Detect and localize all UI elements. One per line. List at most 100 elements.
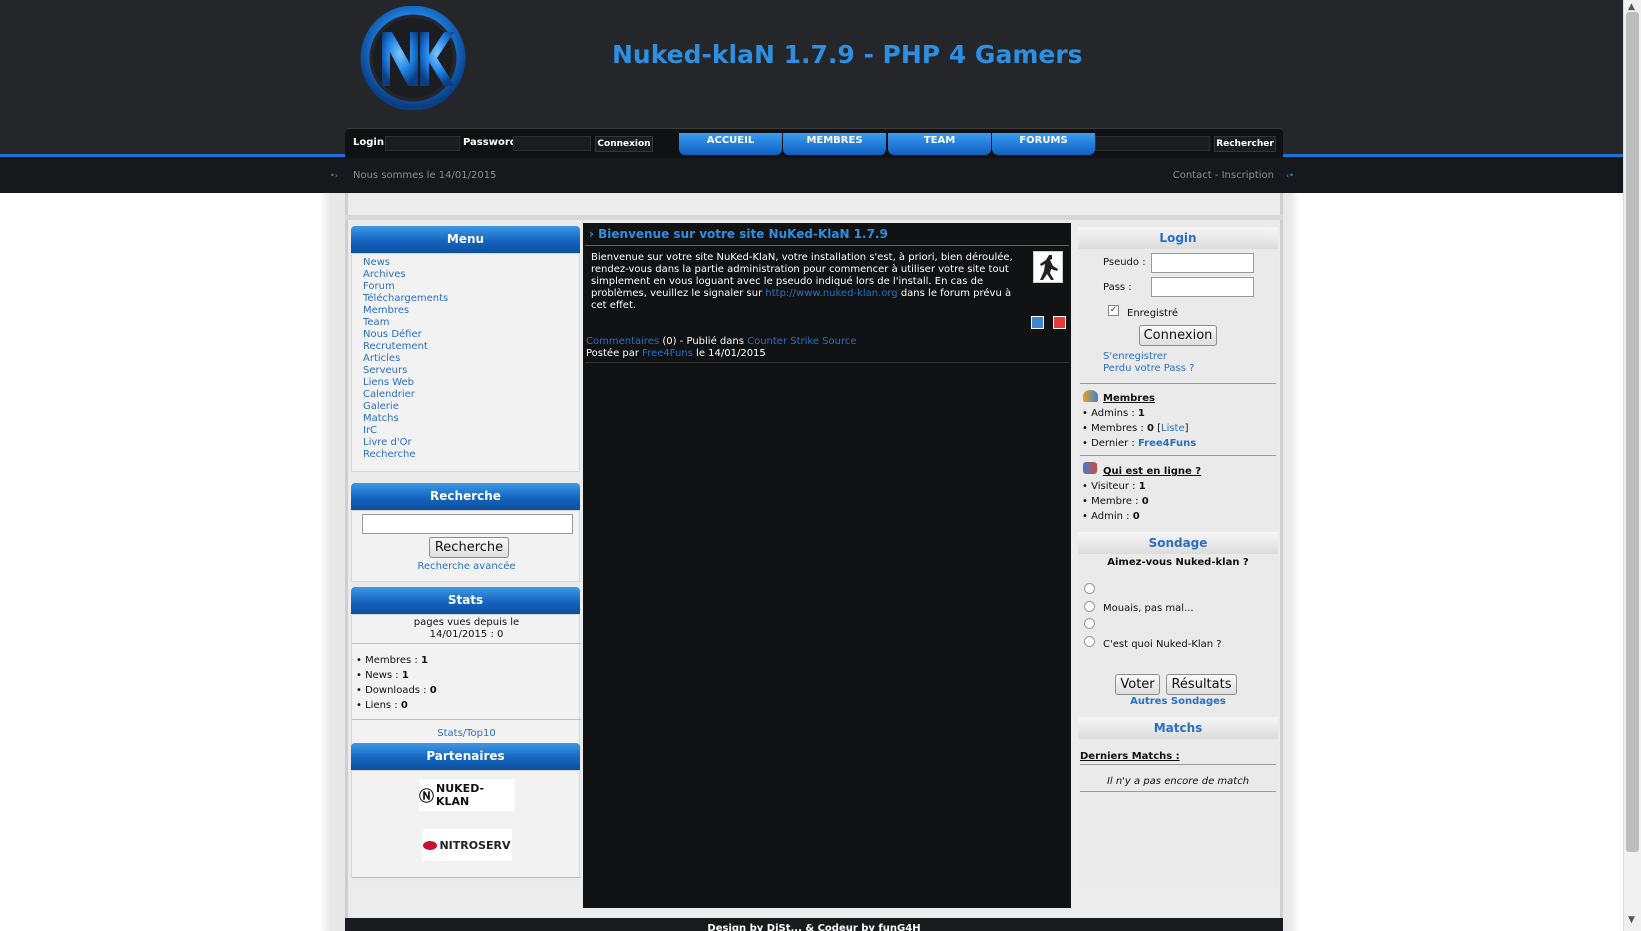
pass-input[interactable] (1151, 277, 1254, 297)
stats-label: News : (365, 670, 399, 681)
news-actions (1031, 316, 1066, 332)
admin-value: 0 (1132, 511, 1140, 522)
stats-value: 1 (401, 670, 409, 681)
poll-option-3-radio[interactable] (1084, 618, 1095, 629)
pseudo-label: Pseudo : (1103, 257, 1146, 268)
stats-value: 0 (429, 685, 437, 696)
register-link[interactable]: S'enregistrer (1103, 351, 1167, 362)
login-connect-button[interactable]: Connexion (1139, 325, 1217, 346)
poll-question: Aimez-vous Nuked-klan ? (1107, 557, 1249, 568)
contact-links[interactable]: Contact - Inscription (1170, 170, 1274, 181)
no-match-text: Il n'y a pas encore de match (1106, 776, 1250, 787)
partner-logo-text: NUKED-KLAN (436, 782, 485, 808)
menu-item-liens-web[interactable]: Liens Web (363, 377, 579, 389)
partners-title: Partenaires (351, 743, 580, 770)
category-link[interactable]: Counter Strike Source (747, 336, 856, 347)
connect-button[interactable]: Connexion (595, 136, 653, 152)
menu-item-team[interactable]: Team (363, 317, 579, 329)
tab-membres[interactable]: MEMBRES (783, 133, 886, 155)
stats-pages-viewed: pages vues depuis le 14/01/2015 : 0 (352, 617, 581, 641)
footer: Design by DiSt... & Codeur by funG4H (345, 918, 1283, 931)
login-separator (1080, 383, 1276, 384)
login-block-title: Login (1078, 227, 1278, 249)
search-block-button[interactable]: Recherche (429, 537, 509, 558)
partner-logo-text: NITROSERV (439, 838, 511, 852)
menu-item-livre-dor[interactable]: Livre d'Or (363, 437, 579, 449)
partner-nitroserv[interactable]: NITROSERV (422, 829, 512, 861)
nk-small-logo-icon: Ⓝ (419, 786, 435, 805)
partner-nuked-klan[interactable]: Ⓝ NUKED-KLAN (419, 779, 515, 811)
vote-button[interactable]: Voter (1115, 674, 1160, 695)
poll-option-2-radio[interactable] (1084, 601, 1095, 612)
poll-option-4-radio[interactable] (1084, 636, 1095, 647)
menu-item-archives[interactable]: Archives (363, 269, 579, 281)
news-body: Bienvenue sur votre site NuKed-KlaN, vot… (591, 252, 1021, 312)
lost-password-link[interactable]: Perdu votre Pass ? (1103, 363, 1194, 374)
login-input[interactable] (385, 136, 460, 151)
left-column: Menu News Archives Forum Téléchargements… (351, 223, 581, 888)
visitor-label: Visiteur : (1091, 481, 1136, 492)
search-block-input[interactable] (362, 514, 573, 534)
stats-block: pages vues depuis le 14/01/2015 : 0 • Me… (351, 614, 581, 748)
menu-item-irc[interactable]: IrC (363, 425, 579, 437)
tab-accueil[interactable]: ACCUEIL (679, 133, 782, 155)
results-button[interactable]: Résultats (1166, 674, 1237, 695)
menu-item-articles[interactable]: Articles (363, 353, 579, 365)
news-bottom-divider (585, 362, 1069, 363)
menu-item-calendrier[interactable]: Calendrier (363, 389, 579, 401)
scroll-up-icon[interactable]: ▲ (1628, 2, 1635, 12)
scroll-down-icon[interactable]: ▼ (1628, 915, 1635, 925)
remember-checkbox[interactable]: ✓ (1108, 305, 1119, 316)
menu-item-serveurs[interactable]: Serveurs (363, 365, 579, 377)
menu-item-forum[interactable]: Forum (363, 281, 579, 293)
scrollbar-thumb[interactable] (1626, 12, 1639, 852)
online-block-title[interactable]: Qui est en ligne ? (1103, 466, 1201, 477)
news-column: › Bienvenue sur votre site NuKed-KlaN 1.… (583, 223, 1071, 908)
comments-link[interactable]: Commentaires (586, 336, 659, 347)
search-input[interactable] (1095, 136, 1210, 151)
stats-row: • News : 1 (356, 670, 409, 681)
menu-item-nous-defier[interactable]: Nous Défier (363, 329, 579, 341)
tab-forums[interactable]: FORUMS (992, 133, 1095, 155)
stats-value: 1 (420, 655, 428, 666)
tab-team[interactable]: TEAM (888, 133, 991, 155)
members-block-title[interactable]: Membres (1103, 393, 1155, 404)
members-list-link[interactable]: Liste (1161, 423, 1185, 434)
counter-strike-icon (1033, 251, 1063, 283)
author-link[interactable]: Free4Funs (642, 348, 693, 359)
stats-rows: • Membres : 1 • News : 1 • Downloads : 0… (356, 653, 437, 713)
pdf-icon[interactable] (1052, 316, 1066, 329)
last-member-link[interactable]: Free4Funs (1138, 438, 1196, 449)
stats-top10-link[interactable]: Stats/Top10 (352, 728, 581, 739)
search-button[interactable]: Rechercher (1214, 136, 1276, 152)
menu-item-telechargements[interactable]: Téléchargements (363, 293, 579, 305)
menu-block: News Archives Forum Téléchargements Memb… (351, 253, 580, 472)
right-column: Login Pseudo : Pass : ✓ Enregistré Conne… (1078, 223, 1278, 888)
last-member-label: Dernier : (1091, 438, 1135, 449)
news-title-text: Bienvenue sur votre site NuKed-KlaN 1.7.… (598, 227, 888, 241)
menu-item-news[interactable]: News (363, 257, 579, 269)
menu-item-recrutement[interactable]: Recrutement (363, 341, 579, 353)
menu-item-matchs[interactable]: Matchs (363, 413, 579, 425)
menu-item-membres[interactable]: Membres (363, 305, 579, 317)
site-header (0, 0, 1623, 193)
last-matches-label: Derniers Matchs : (1080, 751, 1180, 762)
menu-item-recherche[interactable]: Recherche (363, 449, 579, 461)
menu-item-galerie[interactable]: Galerie (363, 401, 579, 413)
news-title[interactable]: › Bienvenue sur votre site NuKed-KlaN 1.… (589, 227, 888, 241)
poll-option-1-radio[interactable] (1084, 583, 1095, 594)
vertical-scrollbar[interactable]: ▲ ▼ (1623, 0, 1641, 931)
poll-option-2-label: Mouais, pas mal... (1103, 603, 1194, 614)
menu-title: Menu (351, 226, 580, 253)
pseudo-input[interactable] (1151, 253, 1254, 273)
stats-separator (352, 643, 581, 644)
poll-option-4-label: C'est quoi Nuked-Klan ? (1103, 639, 1222, 650)
password-input[interactable] (513, 136, 591, 151)
nuked-klan-link[interactable]: http://www.nuked-klan.org (765, 288, 897, 299)
members-label: Membres : (1091, 423, 1144, 434)
send-friend-icon[interactable] (1031, 316, 1044, 329)
nk-logo-icon[interactable] (358, 5, 468, 111)
arrow-right-icon: ‹• (1286, 171, 1294, 180)
other-polls-link[interactable]: Autres Sondages (1078, 696, 1278, 707)
advanced-search-link[interactable]: Recherche avancée (352, 561, 581, 572)
